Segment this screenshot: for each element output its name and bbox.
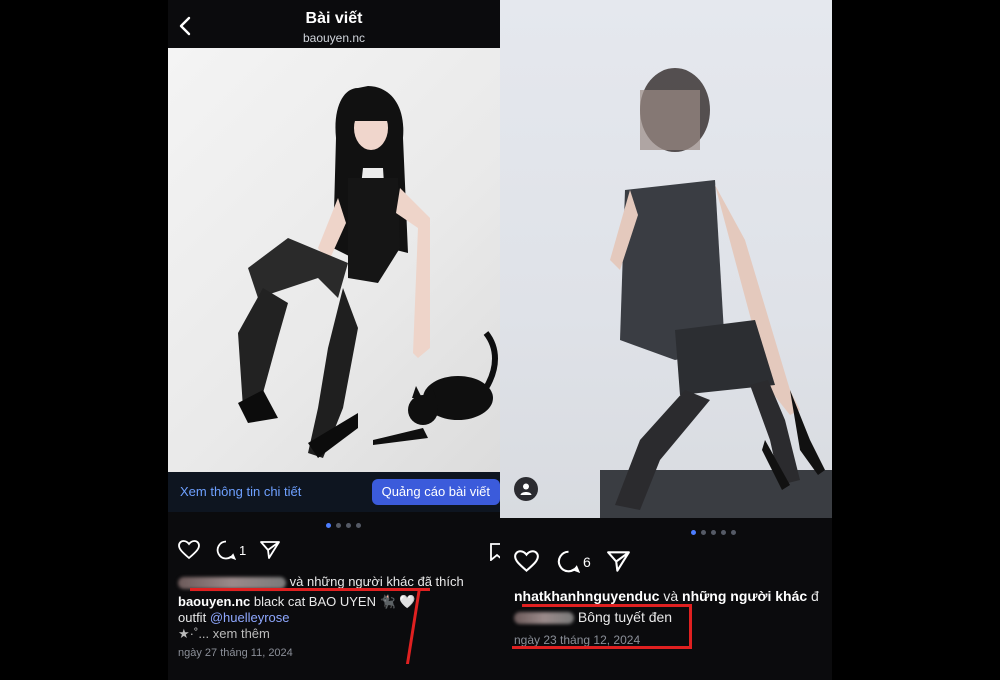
page-title: Bài viết (305, 10, 363, 27)
caption-line: Bông tuyết đen (514, 609, 672, 625)
action-bar: 6 (514, 550, 630, 573)
caption-outfit-line: outfit @huelleyrose (178, 610, 290, 625)
post-photo-illustration (238, 86, 498, 458)
carousel-indicator (326, 523, 361, 528)
blurred-liker-names (178, 576, 286, 589)
post-photo-illustration (600, 68, 832, 518)
carousel-dot (731, 530, 736, 535)
comment-icon (216, 540, 236, 560)
post-date: ngày 27 tháng 11, 2024 (178, 647, 293, 659)
highlight-underline (190, 588, 430, 591)
highlight-right-line (689, 604, 692, 648)
heart-icon (514, 550, 539, 572)
comment-button[interactable]: 6 (557, 550, 591, 573)
send-icon (606, 551, 630, 572)
caption-outfit-label: outfit (178, 610, 207, 625)
comment-icon (557, 550, 580, 573)
likes-username[interactable]: nhatkhanhnguyenduc (514, 588, 659, 604)
likes-summary[interactable]: nhatkhanhnguyenduc và những người khác đ (514, 588, 819, 604)
promotion-bar: Xem thông tin chi tiết Quảng cáo bài viế… (168, 472, 500, 512)
likes-tail: đ (811, 588, 819, 604)
caption-line: baouyen.nc black cat BAO UYEN 🐈‍⬛ 🤍 (178, 594, 416, 610)
post-photo[interactable] (500, 0, 832, 518)
likes-others[interactable]: những người khác (682, 588, 807, 604)
right-post-panel: 6 nhatkhanhnguyenduc và những người khác… (500, 0, 832, 680)
caption-more-line: ★·˚... xem thêm (178, 626, 270, 642)
comment-button[interactable]: 1 (216, 540, 246, 560)
highlight-top-line (522, 604, 692, 607)
likes-suffix: và những người khác đã thích (289, 574, 464, 589)
comment-count: 6 (583, 553, 591, 570)
post-date: ngày 23 tháng 12, 2024 (514, 633, 641, 647)
tagged-user-button[interactable] (514, 477, 538, 501)
action-bar: 1 (178, 540, 281, 560)
share-button[interactable] (606, 551, 630, 572)
person-icon (520, 483, 532, 495)
caption-text: black cat BAO UYEN 🐈‍⬛ 🤍 (253, 594, 416, 609)
caption-text: Bông tuyết đen (577, 609, 673, 625)
like-button[interactable] (178, 540, 200, 560)
post-header: Bài viết baouyen.nc (168, 0, 500, 48)
carousel-dot (701, 530, 706, 535)
caption-username[interactable]: baouyen.nc (178, 594, 250, 609)
caption-mention-link[interactable]: @huelleyrose (210, 610, 290, 625)
save-icon[interactable] (490, 543, 500, 566)
carousel-dot (336, 523, 341, 528)
heart-icon (178, 540, 200, 560)
post-photo[interactable] (168, 48, 500, 472)
carousel-dot (356, 523, 361, 528)
blurred-caption-username (514, 612, 574, 625)
carousel-dot-active (691, 530, 696, 535)
carousel-dot-active (326, 523, 331, 528)
carousel-dot (721, 530, 726, 535)
promote-post-button[interactable]: Quảng cáo bài viết (371, 479, 500, 505)
highlight-bottom-line (512, 646, 692, 649)
like-button[interactable] (514, 550, 539, 573)
comment-count: 1 (239, 542, 247, 558)
share-button[interactable] (260, 541, 281, 559)
left-post-panel: Bài viết baouyen.nc Xem thông tin chi ti… (168, 0, 500, 680)
likes-middle: và (663, 588, 679, 604)
view-details-link[interactable]: Xem thông tin chi tiết (180, 484, 301, 499)
carousel-dot (711, 530, 716, 535)
page-subtitle-username[interactable]: baouyen.nc (168, 31, 500, 45)
likes-summary[interactable]: và những người khác đã thích (178, 574, 464, 589)
carousel-dot (346, 523, 351, 528)
see-more-link[interactable]: xem thêm (213, 626, 270, 641)
carousel-indicator (691, 530, 736, 535)
send-icon (260, 541, 281, 559)
caption-more-prefix: ★·˚... (178, 626, 210, 641)
